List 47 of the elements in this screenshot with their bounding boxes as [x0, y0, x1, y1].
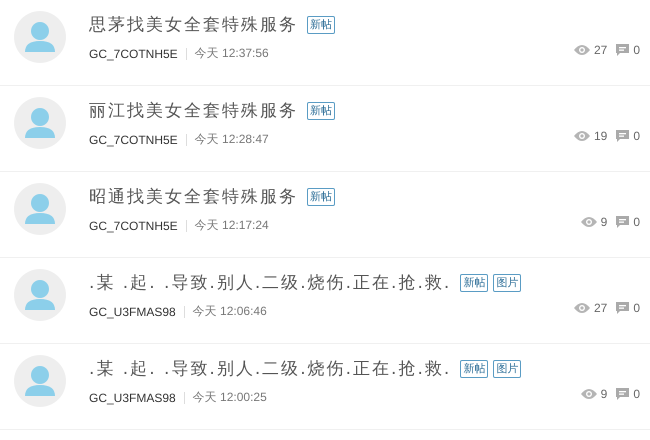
post-time: 今天 12:00:25 [192, 389, 267, 406]
view-count: 27 [594, 301, 608, 315]
post-tag: 新帖 [307, 102, 335, 120]
eye-icon [580, 388, 597, 400]
post-time: 今天 12:17:24 [194, 217, 269, 234]
comment-icon [616, 216, 630, 228]
post-tag: 新帖 [460, 274, 488, 292]
author-name[interactable]: GC_7COTNH5E [89, 218, 178, 232]
post-title[interactable]: 丽江找美女全套特殊服务 [89, 99, 298, 122]
comment-icon [616, 44, 630, 56]
post-time: 今天 12:37:56 [194, 45, 269, 62]
post-tag: 新帖 [460, 360, 488, 378]
avatar-icon[interactable] [14, 269, 66, 321]
post-tag: 新帖 [307, 16, 335, 34]
eye-icon [580, 216, 597, 228]
author-name[interactable]: GC_U3FMAS98 [89, 304, 176, 318]
eye-icon [574, 44, 590, 56]
comment-icon [616, 302, 630, 314]
reply-count: 0 [633, 215, 640, 229]
reply-count: 0 [633, 129, 640, 143]
avatar-icon[interactable] [14, 183, 66, 235]
eye-icon [574, 302, 590, 314]
view-count: 9 [600, 215, 608, 229]
avatar-icon[interactable] [14, 11, 66, 63]
avatar-icon[interactable] [14, 97, 66, 149]
comment-icon [616, 388, 630, 400]
post-tag: 图片 [493, 360, 522, 378]
view-count: 19 [594, 129, 608, 143]
avatar-icon[interactable] [14, 355, 66, 407]
post-tag: 新帖 [307, 188, 335, 206]
author-name[interactable]: GC_U3FMAS98 [89, 390, 176, 404]
author-name[interactable]: GC_7COTNH5E [89, 132, 178, 146]
view-count: 27 [594, 43, 608, 57]
post-title[interactable]: .某 .起. .导致.别人.二级.烧伤.正在.抢.救. [89, 271, 452, 294]
post-title[interactable]: 思茅找美女全套特殊服务 [89, 13, 298, 36]
reply-count: 0 [633, 43, 640, 57]
post-time: 今天 12:28:47 [194, 131, 269, 148]
post-time: 今天 12:06:46 [192, 303, 267, 320]
comment-icon [616, 130, 630, 142]
view-count: 9 [600, 387, 608, 401]
eye-icon [574, 130, 590, 142]
author-name[interactable]: GC_7COTNH5E [89, 46, 178, 60]
reply-count: 0 [633, 301, 640, 315]
post-tag: 图片 [493, 274, 522, 292]
post-title[interactable]: .某 .起. .导致.别人.二级.烧伤.正在.抢.救. [89, 357, 452, 380]
post-title[interactable]: 昭通找美女全套特殊服务 [89, 185, 298, 208]
reply-count: 0 [633, 387, 640, 401]
